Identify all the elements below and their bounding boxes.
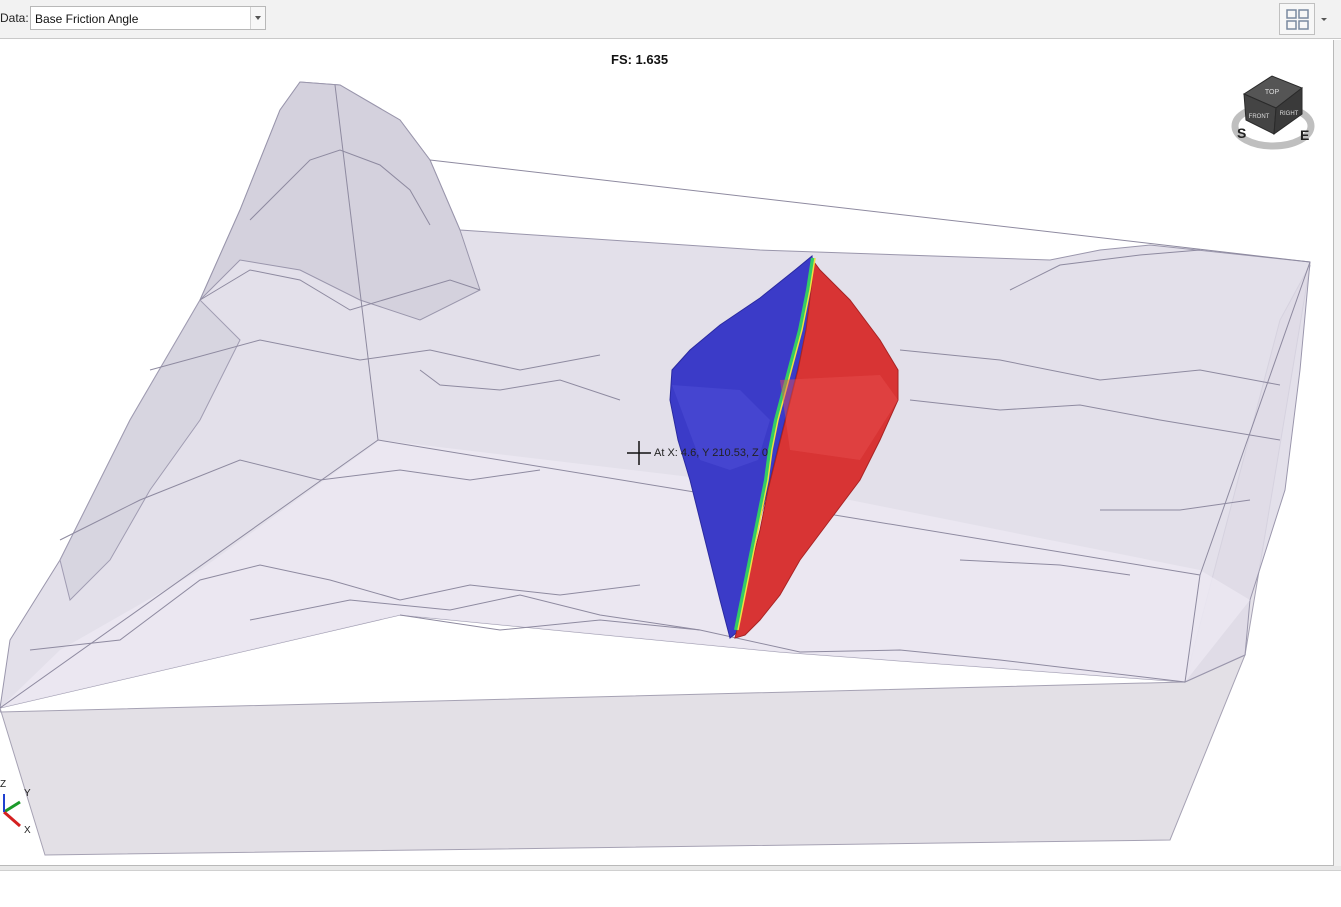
3d-viewport[interactable]: FS: 1.635 At X: 4.6, Y 210.53, Z 0 TOP F…: [0, 40, 1334, 866]
axis-x-arrow: [3, 810, 21, 828]
cube-right-label: RIGHT: [1280, 111, 1299, 117]
vertical-scrollbar[interactable]: [1334, 40, 1341, 866]
cube-top-label: TOP: [1265, 89, 1280, 96]
toolbar: Data: Base Friction Angle: [0, 0, 1341, 39]
block-red-facet: [780, 375, 898, 460]
data-dropdown[interactable]: Base Friction Angle: [30, 6, 266, 30]
data-label: Data:: [0, 11, 29, 25]
axis-z-label: Z: [0, 779, 6, 790]
grid-layout-icon: [1286, 9, 1309, 30]
crosshair-cursor-icon: [627, 441, 651, 465]
axis-triad: Z Y X: [0, 779, 31, 834]
compass-s: S: [1237, 125, 1246, 141]
axis-x-label: X: [24, 825, 31, 834]
cursor-coordinate-readout: At X: 4.6, Y 210.53, Z 0: [654, 447, 768, 459]
chevron-down-icon[interactable]: [250, 7, 265, 29]
compass-e: E: [1300, 127, 1309, 143]
layout-button[interactable]: [1279, 3, 1315, 35]
factor-of-safety-label: FS: 1.635: [611, 52, 669, 67]
cube-front-label: FRONT: [1249, 114, 1270, 120]
horizontal-scrollbar[interactable]: [0, 866, 1341, 871]
data-dropdown-value: Base Friction Angle: [35, 12, 139, 26]
axis-y-label: Y: [24, 788, 31, 799]
axis-y-arrow: [3, 800, 21, 814]
layout-dropdown-arrow[interactable]: [1316, 3, 1332, 35]
view-navigation-cube[interactable]: TOP FRONT RIGHT S E: [1228, 66, 1318, 156]
